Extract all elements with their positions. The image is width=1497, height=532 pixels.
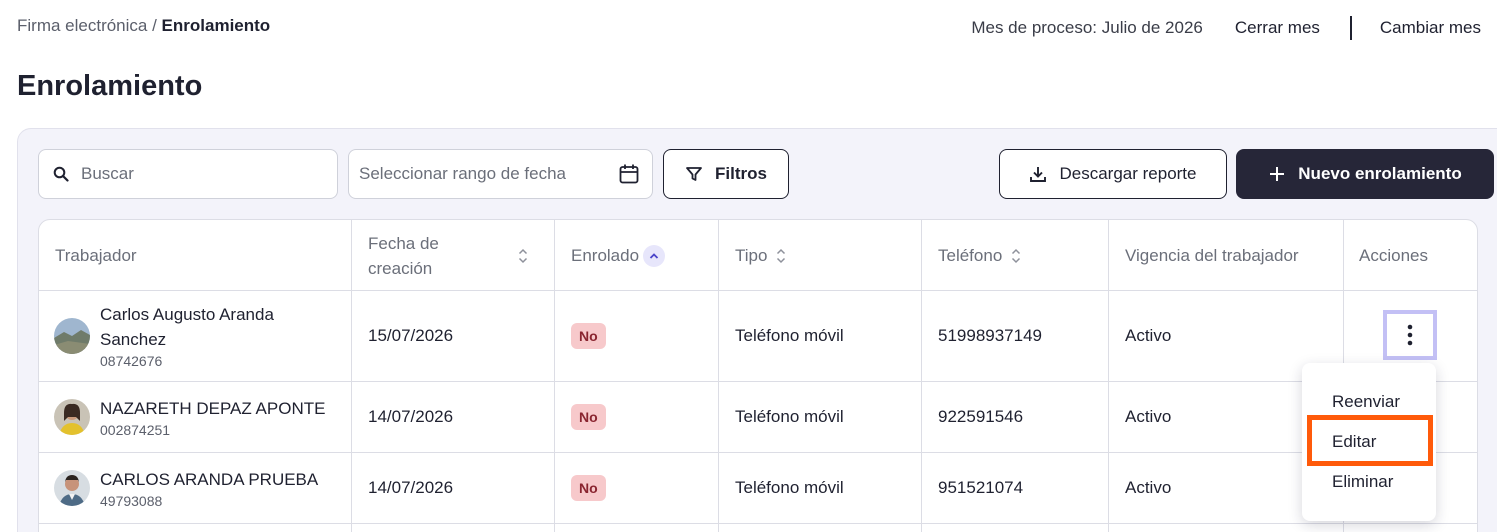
worker-id: 002874251: [100, 421, 171, 438]
column-header-phone[interactable]: Teléfono: [938, 220, 1022, 291]
validity-cell: Activo: [1125, 478, 1172, 497]
date-range-input[interactable]: [359, 164, 611, 184]
column-header-enrolled-label: Enrolado: [571, 246, 640, 265]
avatar: [54, 470, 90, 506]
worker-cell: NAZARETH DEPAZ APONTE 002874251: [54, 382, 325, 452]
sort-ascending-icon[interactable]: [643, 244, 666, 267]
search-field[interactable]: [38, 149, 338, 199]
worker-cell: Carlos Augusto Aranda Sanchez 08742676: [54, 291, 274, 381]
header-divider: [1349, 16, 1352, 40]
breadcrumb-separator: /: [147, 16, 162, 35]
table-row: CARLOS ARANDA PRUEBA 49793088 14/07/2026…: [39, 453, 1477, 524]
enrolled-cell: No: [571, 453, 606, 523]
type-cell: Teléfono móvil: [735, 478, 844, 497]
created-date: 14/07/2026: [368, 478, 454, 497]
filters-button[interactable]: Filtros: [663, 149, 789, 199]
top-bar: Firma electrónica / Enrolamiento Mes de …: [0, 0, 1497, 52]
filters-label: Filtros: [715, 164, 767, 183]
date-range-field[interactable]: [348, 149, 653, 199]
column-header-actions: Acciones: [1359, 220, 1428, 291]
worker-id: 49793088: [100, 492, 163, 509]
sort-icon[interactable]: [517, 247, 529, 265]
enrolled-cell: No: [571, 382, 606, 452]
table-row: NAZARETH DEPAZ APONTE 002874251 14/07/20…: [39, 382, 1477, 453]
phone-cell: 951521074: [938, 478, 1024, 497]
edit-highlight-outline: [1307, 415, 1433, 466]
avatar: [54, 399, 90, 435]
worker-name-line1: Carlos Augusto Aranda: [100, 305, 274, 324]
calendar-icon[interactable]: [618, 163, 640, 185]
enrollment-table: Trabajador Fecha de creación Enrolado Tip…: [38, 219, 1478, 532]
menu-item-resend[interactable]: Reenviar: [1332, 392, 1400, 412]
more-vertical-icon: [1407, 324, 1413, 346]
download-report-button[interactable]: Descargar reporte: [999, 149, 1227, 199]
created-date: 15/07/2026: [368, 326, 454, 345]
sort-icon[interactable]: [775, 247, 787, 265]
column-header-enrolled[interactable]: Enrolado: [571, 220, 666, 291]
page-title: Enrolamiento: [17, 70, 203, 102]
created-label-line2: creación: [368, 258, 433, 278]
status-badge: No: [571, 475, 606, 501]
worker-cell: CARLOS ARANDA PRUEBA 49793088: [54, 453, 318, 523]
sort-icon[interactable]: [1010, 247, 1022, 265]
column-header-validity: Vigencia del trabajador: [1125, 220, 1299, 291]
breadcrumb-current: Enrolamiento: [161, 16, 271, 35]
table-row: Carlos Augusto Aranda Sanchez 08742676 15…: [39, 291, 1477, 382]
type-cell: Teléfono móvil: [735, 326, 844, 345]
status-badge: No: [571, 404, 606, 430]
avatar: [54, 318, 90, 354]
process-month-label: Mes de proceso: Julio de 2026: [971, 18, 1203, 37]
row-actions-button[interactable]: [1383, 310, 1437, 360]
validity-cell: Activo: [1125, 326, 1172, 345]
new-enrollment-button[interactable]: Nuevo enrolamiento: [1236, 149, 1494, 199]
phone-cell: 922591546: [938, 407, 1024, 426]
created-date: 14/07/2026: [368, 407, 454, 426]
worker-name: CARLOS ARANDA PRUEBA: [100, 469, 319, 489]
column-header-worker-label: Trabajador: [55, 246, 137, 265]
worker-id: 08742676: [100, 353, 163, 369]
column-header-created[interactable]: Fecha de creación: [368, 220, 529, 291]
menu-item-delete[interactable]: Eliminar: [1332, 472, 1393, 492]
download-report-label: Descargar reporte: [1059, 164, 1197, 183]
column-header-worker: Trabajador: [55, 220, 137, 291]
column-header-type-label: Tipo: [735, 246, 768, 265]
process-month-bar: Mes de proceso: Julio de 2026 Cerrar mes…: [971, 16, 1497, 40]
download-icon: [1030, 167, 1047, 182]
plus-icon: [1270, 167, 1285, 181]
validity-cell: Activo: [1125, 407, 1172, 426]
phone-cell: 51998937149: [938, 326, 1043, 345]
search-icon: [53, 166, 69, 182]
worker-name: NAZARETH DEPAZ APONTE: [100, 398, 326, 418]
created-label-line1: Fecha de: [368, 233, 439, 253]
worker-name-line2: Sanchez: [100, 330, 167, 349]
column-header-actions-label: Acciones: [1359, 246, 1428, 265]
breadcrumb-parent[interactable]: Firma electrónica: [17, 16, 147, 35]
status-badge: No: [571, 323, 606, 349]
type-cell: Teléfono móvil: [735, 407, 844, 426]
column-header-validity-label: Vigencia del trabajador: [1125, 246, 1299, 265]
column-header-type[interactable]: Tipo: [735, 220, 787, 291]
enrolled-cell: No: [571, 291, 606, 381]
worker-name: Carlos Augusto Aranda Sanchez: [100, 302, 274, 352]
column-header-created-label: Fecha de creación: [368, 231, 439, 281]
filter-icon: [686, 167, 702, 181]
breadcrumb: Firma electrónica / Enrolamiento: [17, 16, 270, 36]
table-header: Trabajador Fecha de creación Enrolado Tip…: [39, 220, 1477, 291]
close-month-button[interactable]: Cerrar mes: [1235, 18, 1320, 38]
change-month-button[interactable]: Cambiar mes: [1380, 18, 1481, 38]
search-input[interactable]: [81, 164, 301, 184]
new-enrollment-label: Nuevo enrolamiento: [1298, 164, 1462, 183]
column-header-phone-label: Teléfono: [938, 246, 1003, 265]
